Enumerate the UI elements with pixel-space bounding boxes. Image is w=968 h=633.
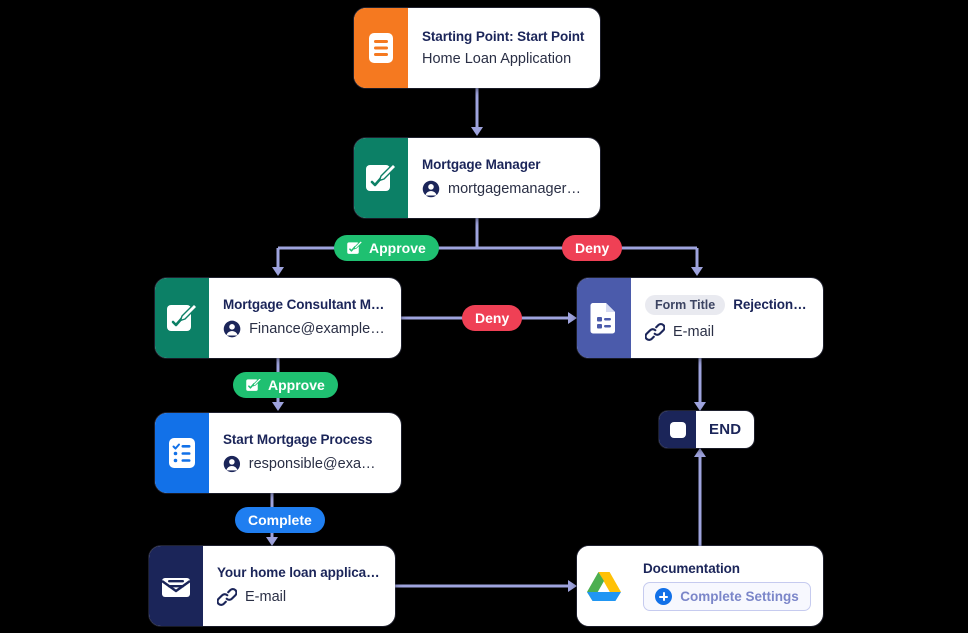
node-subtitle-row: E-mail <box>645 322 809 342</box>
node-title: Documentation <box>643 561 740 576</box>
node-body: Your home loan application i... E-mail <box>203 546 395 626</box>
node-title: Mortgage Manager <box>422 157 541 172</box>
edge-label-deny-1[interactable]: Deny <box>562 235 623 261</box>
node-title: Your home loan application i... <box>217 565 381 580</box>
node-body: Start Mortgage Process responsible@examp… <box>209 413 401 493</box>
link-icon <box>645 322 665 341</box>
node-subtitle: Home Loan Application <box>422 51 572 67</box>
form-title-badge: Form Title <box>645 294 726 315</box>
node-body: Documentation Complete Settings <box>631 546 823 626</box>
workflow-canvas: Starting Point: Start Point Home Loan Ap… <box>0 0 968 633</box>
form-title-row: Form Title Rejection Report <box>645 294 809 315</box>
edge-label-approve-2[interactable]: Approve <box>233 372 338 398</box>
wire-doc-to-end-arrow <box>694 448 706 457</box>
node-subtitle-row: Home Loan Application <box>422 51 586 67</box>
wire-consultant-to-rejection-arrow <box>568 312 577 324</box>
complete-settings-button[interactable]: Complete Settings <box>643 582 811 611</box>
approve-stamp-icon <box>246 377 262 391</box>
wire-rejection-to-end-arrow <box>694 402 706 411</box>
edge-label-text: Approve <box>268 377 325 393</box>
wire-process-to-email-arrow <box>266 537 278 546</box>
node-mortgage-manager[interactable]: Mortgage Manager mortgagemanager@e... <box>354 138 600 218</box>
wire-rejection-arrow <box>691 267 703 276</box>
envelope-icon <box>149 546 203 626</box>
node-title: Mortgage Consultant Manager <box>223 297 387 312</box>
wire-email-to-doc-arrow <box>568 580 577 592</box>
node-subtitle-row: E-mail <box>217 587 381 607</box>
node-subtitle: responsible@example... <box>248 456 387 472</box>
edge-label-text: Deny <box>475 310 510 326</box>
node-starting-point[interactable]: Starting Point: Start Point Home Loan Ap… <box>354 8 600 88</box>
person-icon <box>223 320 241 338</box>
node-subtitle: Finance@example.com <box>249 321 387 337</box>
node-end[interactable]: END <box>659 411 755 448</box>
node-title: Starting Point: Start Point <box>422 29 585 44</box>
form-document-icon <box>577 278 631 358</box>
node-body: Starting Point: Start Point Home Loan Ap… <box>408 8 600 88</box>
checklist-icon <box>155 413 209 493</box>
wire-start-to-manager-arrow <box>471 127 483 136</box>
complete-settings-label: Complete Settings <box>680 589 799 604</box>
node-subtitle-row: Finance@example.com <box>223 319 387 339</box>
wire-consultant-to-process-arrow <box>272 402 284 411</box>
node-documentation[interactable]: Documentation Complete Settings <box>577 546 823 626</box>
node-subtitle: mortgagemanager@e... <box>448 181 586 197</box>
edge-label-text: Deny <box>575 240 610 256</box>
approve-stamp-icon <box>347 240 363 254</box>
node-mortgage-consultant-manager[interactable]: Mortgage Consultant Manager Finance@exam… <box>155 278 401 358</box>
link-icon <box>217 588 237 606</box>
edge-label-approve-1[interactable]: Approve <box>334 235 439 261</box>
node-subtitle: E-mail <box>245 589 287 605</box>
plus-circle-icon <box>655 588 673 605</box>
wire-consultant-arrow <box>272 267 284 276</box>
edge-label-text: Complete <box>248 512 312 528</box>
node-subtitle-row: responsible@example... <box>223 454 387 474</box>
node-rejection-report[interactable]: Form Title Rejection Report E-mail <box>577 278 823 358</box>
edge-label-complete[interactable]: Complete <box>235 507 325 533</box>
approval-pen-icon <box>155 278 209 358</box>
node-start-mortgage-process[interactable]: Start Mortgage Process responsible@examp… <box>155 413 401 493</box>
node-subtitle: E-mail <box>673 323 715 340</box>
stop-square-icon <box>659 411 696 448</box>
approval-pen-icon <box>354 138 408 218</box>
document-lines-icon <box>354 8 408 88</box>
person-icon <box>422 180 440 198</box>
person-icon <box>223 455 241 473</box>
node-body: Mortgage Manager mortgagemanager@e... <box>408 138 600 218</box>
edge-label-deny-2[interactable]: Deny <box>462 305 523 331</box>
stop-square-glyph <box>669 421 686 438</box>
google-drive-icon <box>577 546 631 626</box>
end-label: END <box>709 421 742 438</box>
node-subtitle-row: mortgagemanager@e... <box>422 179 586 199</box>
node-body: Form Title Rejection Report E-mail <box>631 278 823 358</box>
edge-label-text: Approve <box>369 240 426 256</box>
node-body: Mortgage Consultant Manager Finance@exam… <box>209 278 401 358</box>
node-email-notification[interactable]: Your home loan application i... E-mail <box>149 546 395 626</box>
node-title: Rejection Report <box>733 297 809 312</box>
node-title: Start Mortgage Process <box>223 432 373 447</box>
